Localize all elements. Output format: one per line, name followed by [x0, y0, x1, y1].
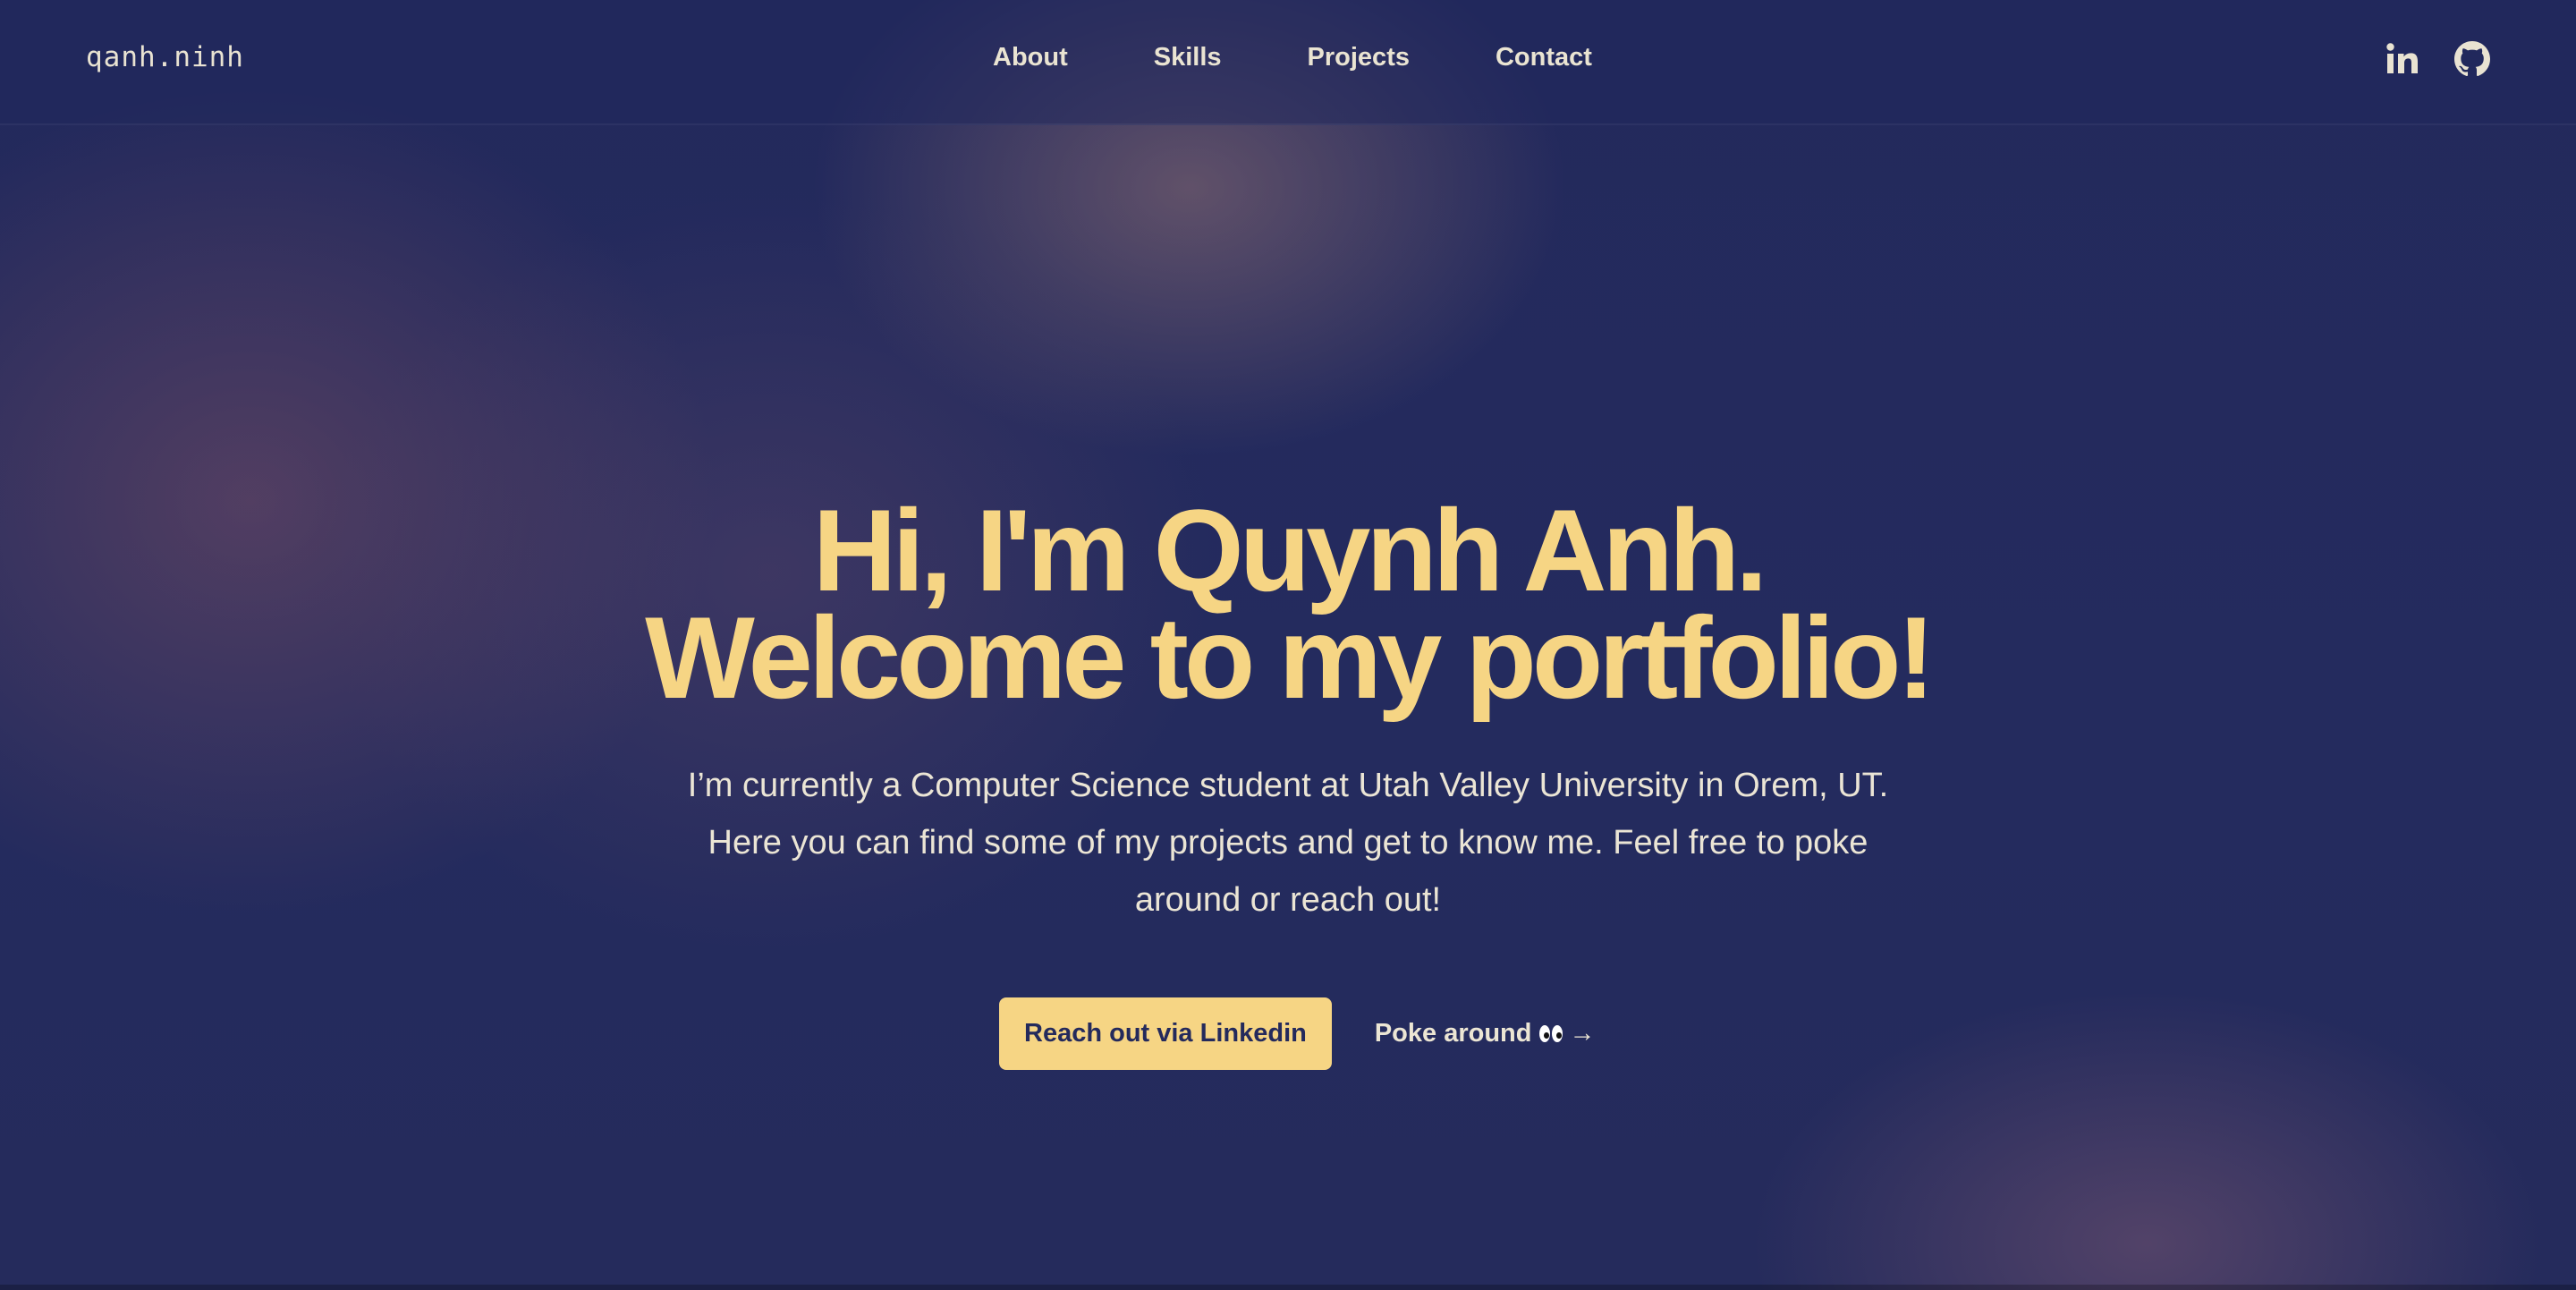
hero-intro: I’m currently a Computer Science student… — [662, 757, 1914, 929]
hero-cta-row: Reach out via Linkedin Poke around → — [999, 997, 1596, 1070]
hero-intro-line: around or reach out! — [1134, 881, 1442, 919]
window-bottom-edge — [0, 1285, 2576, 1290]
arrow-right-icon: → — [1569, 1019, 1596, 1048]
hero-headline-welcome: Welcome to my portfolio! — [645, 592, 1936, 723]
hero-section: Hi, I'm Quynh Anh. Welcome to my portfol… — [0, 0, 2576, 1290]
hero-intro-line: Here you can find some of my projects an… — [708, 824, 1868, 861]
eyes-icon — [1538, 1025, 1563, 1042]
poke-around-button[interactable]: Poke around → — [1375, 1019, 1596, 1048]
hero-intro-line: I’m currently a Computer Science student… — [687, 767, 1889, 804]
hero-headline-greeting: Hi, I'm Quynh Anh. — [812, 485, 1768, 615]
reach-out-linkedin-button[interactable]: Reach out via Linkedin — [999, 997, 1332, 1070]
poke-around-label: Poke around — [1374, 1019, 1532, 1048]
